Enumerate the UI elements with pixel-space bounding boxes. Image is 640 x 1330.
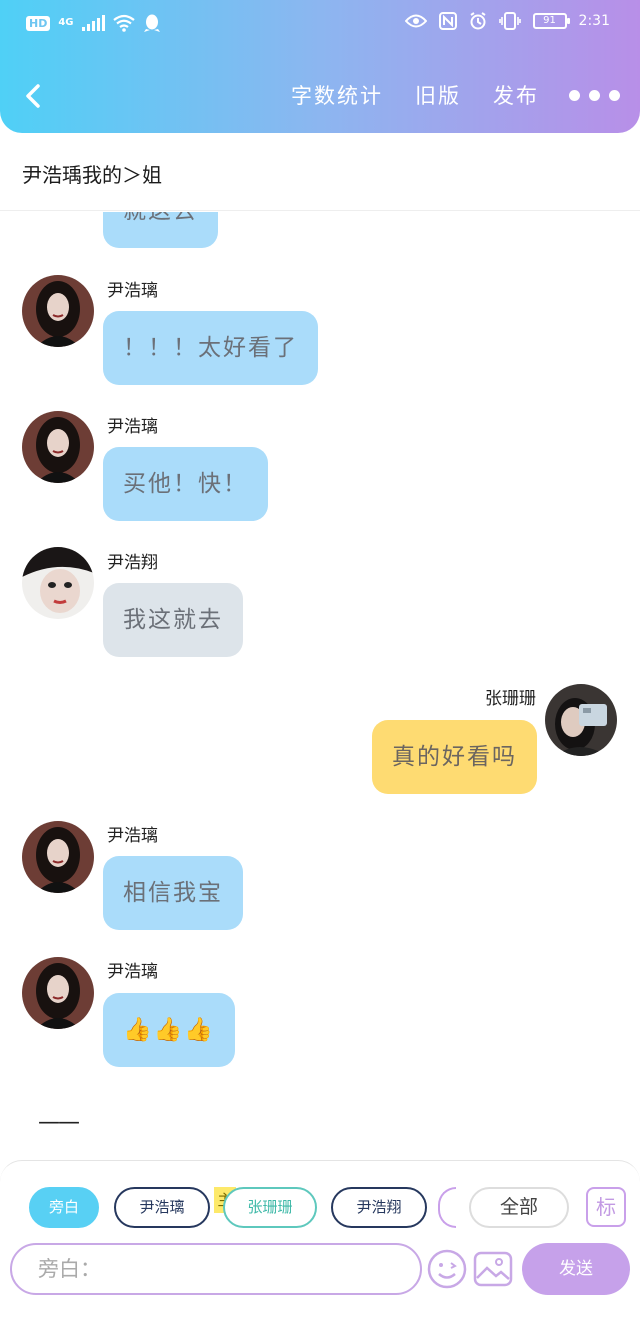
image-icon[interactable] bbox=[472, 1248, 514, 1290]
story-title[interactable]: 尹浩瑀我的＞姐 bbox=[22, 159, 162, 188]
emoji-icon[interactable] bbox=[426, 1248, 468, 1290]
message-sender: 尹浩璃 bbox=[107, 281, 158, 301]
chevron-left-icon bbox=[26, 84, 40, 108]
role-chip-narration[interactable]: 旁白 bbox=[29, 1187, 99, 1228]
avatar[interactable] bbox=[22, 275, 94, 347]
status-bar: HD 4G 91 2:31 bbox=[0, 0, 640, 48]
hd-icon: HD bbox=[26, 15, 51, 31]
message-bubble[interactable]: 👍👍👍 bbox=[103, 993, 235, 1067]
message-input[interactable]: 旁白： bbox=[10, 1243, 422, 1295]
avatar[interactable] bbox=[22, 957, 94, 1029]
avatar[interactable] bbox=[22, 411, 94, 483]
title-bar: 尹浩瑀我的＞姐 bbox=[0, 133, 640, 211]
network-type: 4G bbox=[58, 17, 74, 28]
more-icon[interactable] bbox=[569, 89, 620, 101]
back-button[interactable] bbox=[20, 78, 50, 114]
nav-bar: 字数统计 旧版 发布 bbox=[0, 72, 640, 120]
message-bubble[interactable]: 真的好看吗 bbox=[372, 720, 537, 794]
mark-button[interactable]: 标 bbox=[586, 1187, 626, 1227]
eye-icon bbox=[404, 14, 427, 28]
chat-editor-screen: HD 4G 91 2:31 字数统计 旧版 发布 尹浩瑀我的＞姐 尹浩璃 ！！！… bbox=[0, 0, 640, 1330]
message-bubble[interactable]: 我这就去 bbox=[103, 583, 243, 657]
message-sender: 尹浩璃 bbox=[107, 962, 158, 982]
scene-divider: —— bbox=[38, 1110, 80, 1135]
wifi-icon bbox=[112, 14, 135, 32]
message-sender: 尹浩璃 bbox=[107, 826, 158, 846]
message-sender: 尹浩璃 bbox=[107, 417, 158, 437]
message-bubble[interactable]: ！！！太好看了 bbox=[103, 311, 318, 385]
nfc-icon bbox=[438, 12, 457, 30]
word-count-button[interactable]: 字数统计 bbox=[291, 80, 383, 110]
alarm-icon bbox=[469, 12, 486, 30]
signal-icon bbox=[81, 15, 105, 31]
chat-area[interactable]: 就这去 尹浩璃 ！！！太好看了 尹浩璃 买他！快！ 尹浩翔 我这就去 张珊珊 bbox=[0, 212, 640, 1160]
message-sender: 张珊珊 bbox=[485, 689, 536, 709]
battery-icon: 91 bbox=[532, 13, 570, 29]
all-roles-button[interactable]: 全部 bbox=[469, 1187, 569, 1228]
avatar[interactable] bbox=[22, 821, 94, 893]
send-button[interactable]: 发送 bbox=[522, 1243, 630, 1295]
composer-panel: 旁白 尹浩璃 主 张珊珊 尹浩翔 全部 标 旁白： 发送 bbox=[0, 1160, 640, 1296]
vibrate-icon bbox=[498, 12, 521, 30]
header: HD 4G 91 2:31 字数统计 旧版 发布 bbox=[0, 0, 640, 133]
avatar[interactable] bbox=[545, 684, 617, 756]
message-bubble[interactable]: 买他！快！ bbox=[103, 447, 268, 521]
publish-button[interactable]: 发布 bbox=[493, 80, 539, 110]
role-chip-partial[interactable] bbox=[438, 1187, 456, 1228]
role-chip-yin-haoli[interactable]: 尹浩璃 bbox=[114, 1187, 210, 1228]
old-version-button[interactable]: 旧版 bbox=[415, 80, 461, 110]
role-chip-zhang-shanshan[interactable]: 张珊珊 bbox=[223, 1187, 317, 1228]
clock-time: 2:31 bbox=[578, 13, 610, 29]
message-bubble[interactable]: 相信我宝 bbox=[103, 856, 243, 930]
message-bubble[interactable]: 就这去 bbox=[103, 212, 218, 248]
avatar[interactable] bbox=[22, 547, 94, 619]
message-sender: 尹浩翔 bbox=[107, 553, 158, 573]
qq-icon bbox=[143, 14, 160, 32]
role-chip-yin-haoxiang[interactable]: 尹浩翔 bbox=[331, 1187, 427, 1228]
